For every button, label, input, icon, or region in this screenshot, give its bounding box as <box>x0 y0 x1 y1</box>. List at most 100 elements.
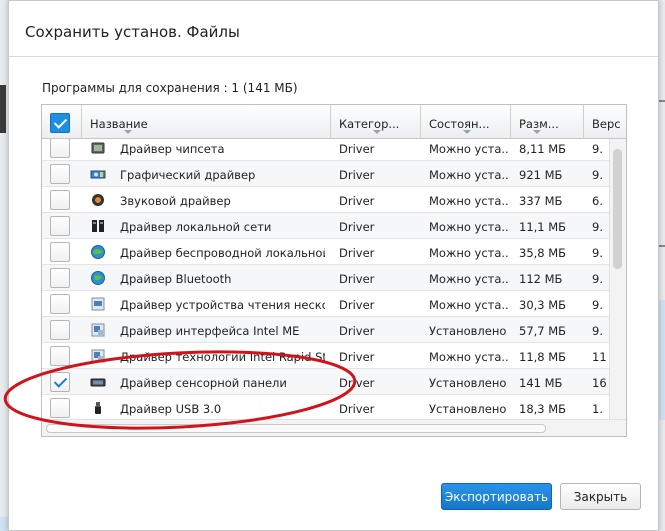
cell-version: 6. <box>592 194 603 208</box>
column-header-category[interactable]: Категор... <box>331 105 421 139</box>
cell-version: 1. <box>592 402 603 416</box>
speaker-icon <box>90 192 106 208</box>
cell-size: 11,1 МБ <box>519 220 567 234</box>
row-checkbox[interactable] <box>50 216 70 236</box>
table-row[interactable]: Графический драйвер Driver Можно уста... 92… <box>42 161 610 187</box>
cell-version: 16 <box>592 376 607 390</box>
cell-category: Driver <box>339 220 375 234</box>
column-header-name[interactable]: Название <box>82 105 331 139</box>
row-checkbox[interactable] <box>50 294 70 314</box>
cell-state: Можно уста... <box>429 246 509 260</box>
table-row[interactable]: Драйвер Bluetooth Driver Можно уста... 112 … <box>42 265 610 291</box>
row-checkbox[interactable] <box>50 242 70 262</box>
usb-icon <box>90 400 106 416</box>
export-button[interactable]: Экспортировать <box>441 483 552 510</box>
table-row[interactable]: Драйвер беспроводной локальной... Driver М… <box>42 239 610 265</box>
cell-name: Драйвер интерфейса Intel ME <box>120 324 300 338</box>
cell-version: 9. <box>592 324 603 338</box>
cell-state: Можно уста... <box>429 350 509 364</box>
table-row[interactable]: Драйвер локальной сети Driver Можно уста..… <box>42 213 610 239</box>
table-row[interactable]: Драйвер чипсета Driver Можно уста... 8,11 М… <box>42 139 610 161</box>
cell-state: Можно уста... <box>429 298 509 312</box>
column-header-size[interactable]: Разм... <box>511 105 584 139</box>
cell-size: 57,7 МБ <box>519 324 567 338</box>
horizontal-scrollbar-thumb[interactable] <box>46 424 546 433</box>
cell-name: Драйвер чипсета <box>120 142 225 156</box>
row-checkbox[interactable] <box>50 190 70 210</box>
programs-table: Название Категор... Состоян... Разм... В… <box>41 104 627 437</box>
graphics-card-icon <box>90 166 106 182</box>
wireless-globe-icon <box>90 244 106 260</box>
card-reader-icon <box>90 296 106 312</box>
vertical-scrollbar[interactable] <box>609 139 626 421</box>
cell-category: Driver <box>339 168 375 182</box>
installer-icon <box>90 322 106 338</box>
cell-state: Можно уста... <box>429 220 509 234</box>
cell-state: Можно уста... <box>429 194 509 208</box>
cell-category: Driver <box>339 194 375 208</box>
background-window-fragment <box>659 100 665 102</box>
cell-size: 18,3 МБ <box>519 402 567 416</box>
cell-size: 141 МБ <box>519 376 563 390</box>
programs-summary: Программы для сохранения : 1 (141 МБ) <box>42 81 298 95</box>
select-all-checkbox[interactable] <box>50 113 70 133</box>
row-checkbox[interactable] <box>50 164 70 184</box>
table-row[interactable]: Звуковой драйвер Driver Можно уста... 337 М… <box>42 187 610 213</box>
row-checkbox[interactable] <box>50 372 70 392</box>
cell-state: Можно уста... <box>429 168 509 182</box>
background-window-fragment <box>0 85 6 133</box>
cell-size: 112 МБ <box>519 272 563 286</box>
cell-name: Драйвер локальной сети <box>120 220 272 234</box>
table-row[interactable]: Драйвер устройства чтения нескол... Drive… <box>42 291 610 317</box>
table-row[interactable]: Драйвер технологии Intel Rapid St... Driv… <box>42 343 610 369</box>
table-header: Название Категор... Состоян... Разм... В… <box>42 105 626 139</box>
cell-category: Driver <box>339 376 375 390</box>
cell-name: Драйвер USB 3.0 <box>120 402 222 416</box>
network-icon <box>90 218 106 234</box>
touchpad-icon <box>90 374 106 390</box>
column-header-version[interactable]: Верс <box>584 105 626 139</box>
cell-version: 11 <box>592 350 607 364</box>
vertical-scrollbar-thumb[interactable] <box>613 149 622 269</box>
cell-category: Driver <box>339 246 375 260</box>
cell-size: 921 МБ <box>519 168 563 182</box>
sort-arrow-icon <box>463 130 471 134</box>
sort-arrow-icon <box>124 130 132 134</box>
horizontal-scrollbar[interactable] <box>42 419 626 436</box>
cell-version: 9. <box>592 246 603 260</box>
cell-version: 9. <box>592 142 603 156</box>
bluetooth-globe-icon <box>90 270 106 286</box>
row-checkbox[interactable] <box>50 398 70 418</box>
cell-version: 9. <box>592 168 603 182</box>
table-row[interactable]: Драйвер интерфейса Intel ME Driver Установ… <box>42 317 610 343</box>
sort-arrow-icon <box>373 130 381 134</box>
table-body: Драйвер чипсета Driver Можно уста... 8,11 М… <box>42 139 610 421</box>
row-checkbox[interactable] <box>50 139 70 158</box>
cell-name: Графический драйвер <box>120 168 256 182</box>
select-all-column <box>42 105 82 139</box>
row-checkbox[interactable] <box>50 320 70 340</box>
column-header-state[interactable]: Состоян... <box>421 105 511 139</box>
cell-state: Можно уста... <box>429 142 509 156</box>
cell-name: Драйвер сенсорной панели <box>120 376 287 390</box>
cell-category: Driver <box>339 402 375 416</box>
cell-category: Driver <box>339 272 375 286</box>
cell-state: Установлено <box>429 376 507 390</box>
sort-arrow-icon <box>533 130 541 134</box>
cell-category: Driver <box>339 142 375 156</box>
table-row[interactable]: Драйвер USB 3.0 Driver Установлено 18,3 МБ 1… <box>42 395 610 421</box>
cell-size: 35,8 МБ <box>519 246 567 260</box>
cell-size: 8,11 МБ <box>519 142 567 156</box>
cell-state: Установлено <box>429 324 507 338</box>
save-install-files-dialog: Сохранить установ. Файлы Программы для с… <box>8 0 659 531</box>
row-checkbox[interactable] <box>50 346 70 366</box>
close-button[interactable]: Закрыть <box>560 483 641 510</box>
background-window-fragment <box>659 300 665 420</box>
cell-name: Драйвер беспроводной локальной... <box>120 246 325 260</box>
cell-state: Можно уста... <box>429 272 509 286</box>
chip-icon <box>90 140 106 156</box>
table-row[interactable]: Драйвер сенсорной панели Driver Установлен… <box>42 369 610 395</box>
row-checkbox[interactable] <box>50 268 70 288</box>
cell-name: Драйвер технологии Intel Rapid St... <box>120 350 325 364</box>
cell-name: Драйвер устройства чтения нескол... <box>120 298 325 312</box>
